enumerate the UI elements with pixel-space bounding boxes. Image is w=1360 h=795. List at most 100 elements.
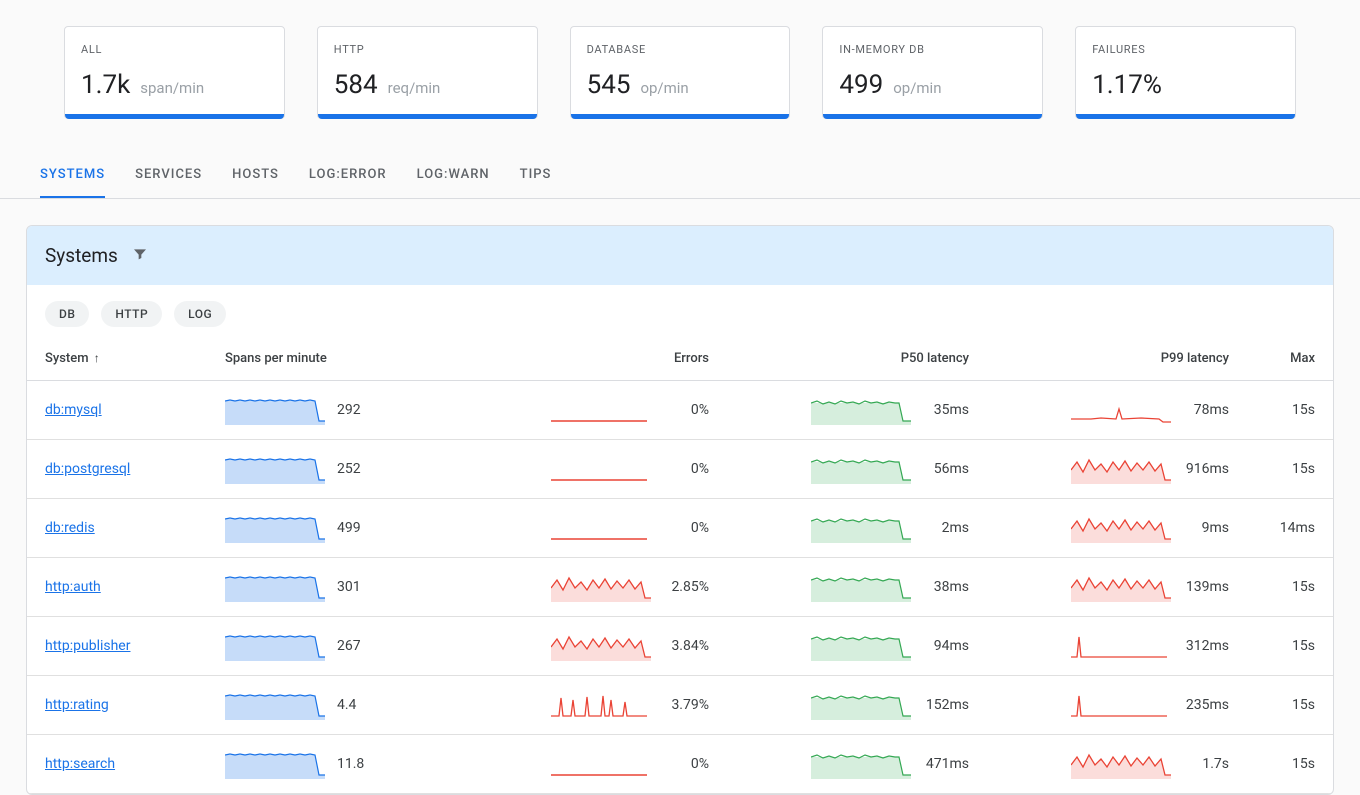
sparkline-throughput-icon: [225, 690, 325, 720]
stat-card-all[interactable]: ALL1.7kspan/min: [64, 26, 285, 119]
table-row: db:redis4990%2ms9ms14ms: [27, 499, 1333, 558]
system-link[interactable]: db:redis: [45, 520, 95, 536]
p50-value: 471ms: [923, 756, 969, 772]
systems-table: System ↑ Spans per minute Errors P50 lat…: [27, 337, 1333, 794]
tab-log-error[interactable]: LOG:ERROR: [309, 153, 387, 198]
chip-http[interactable]: HTTP: [101, 301, 162, 327]
col-p50[interactable]: P50 latency: [727, 337, 987, 381]
tab-tips[interactable]: TIPS: [520, 153, 552, 198]
sparkline-p50-icon: [811, 631, 911, 661]
p50-value: 2ms: [923, 520, 969, 536]
system-link[interactable]: http:search: [45, 756, 115, 772]
stat-card-unit: op/min: [893, 79, 941, 97]
stat-card-label: HTTP: [334, 43, 521, 56]
p99-value: 9ms: [1183, 520, 1229, 536]
table-row: db:postgresql 252 0% 56ms 916ms 15s: [27, 440, 1333, 499]
chip-db[interactable]: DB: [45, 301, 89, 327]
table-row: db:mysql 292 0% 35ms 78ms 15s: [27, 381, 1333, 440]
errors-value: 3.79%: [663, 697, 709, 713]
sparkline-errors-icon: [551, 690, 651, 720]
stat-card-label: IN-MEMORY DB: [839, 43, 1026, 56]
col-errors-label: Errors: [674, 351, 709, 366]
system-link[interactable]: http:rating: [45, 697, 109, 713]
max-value: 15s: [1292, 402, 1315, 418]
sparkline-throughput-icon: [225, 395, 325, 425]
sparkline-icon: [1071, 690, 1171, 720]
sparkline-errors-icon: [551, 454, 651, 484]
panel-header: Systems: [27, 226, 1333, 285]
stat-card-unit: op/min: [640, 79, 688, 97]
sort-ascending-icon: ↑: [94, 351, 100, 365]
sparkline-errors-icon: [551, 395, 651, 425]
system-link[interactable]: http:publisher: [45, 638, 130, 654]
spans-value: 11.8: [337, 756, 383, 772]
p99-value: 312ms: [1183, 638, 1229, 654]
max-value: 15s: [1292, 579, 1315, 595]
p50-value: 35ms: [923, 402, 969, 418]
tab-hosts[interactable]: HOSTS: [232, 153, 279, 198]
max-value: 15s: [1292, 756, 1315, 772]
col-p99[interactable]: P99 latency: [987, 337, 1247, 381]
spans-value: 252: [337, 461, 383, 477]
system-link[interactable]: http:auth: [45, 579, 101, 595]
tab-bar: SYSTEMS SERVICES HOSTS LOG:ERROR LOG:WARN TIP…: [0, 153, 1360, 199]
stat-card-unit: req/min: [388, 79, 441, 97]
sparkline-p50-icon: [811, 690, 911, 720]
tab-log-warn[interactable]: LOG:WARN: [417, 153, 490, 198]
stat-card-database[interactable]: DATABASE545op/min: [570, 26, 791, 119]
sparkline-p50-icon: [811, 572, 911, 602]
stat-card-value: 1.17%: [1092, 70, 1162, 100]
panel-title: Systems: [45, 244, 118, 267]
sparkline-icon: [1071, 572, 1171, 602]
errors-value: 0%: [663, 520, 709, 536]
errors-value: 0%: [663, 461, 709, 477]
col-max[interactable]: Max: [1247, 337, 1333, 381]
sparkline-throughput-icon: [225, 572, 325, 602]
filter-chips: DB HTTP LOG: [27, 285, 1333, 337]
errors-value: 3.84%: [663, 638, 709, 654]
stat-card-value: 545: [587, 70, 631, 100]
sparkline-p50-icon: [811, 749, 911, 779]
table-row: http:search 11.8 0% 471ms 1.7s 15s: [27, 735, 1333, 794]
system-link[interactable]: db:postgresql: [45, 461, 130, 477]
max-value: 15s: [1292, 638, 1315, 654]
stat-card-label: FAILURES: [1092, 43, 1279, 56]
sparkline-icon: [1071, 631, 1171, 661]
stat-card-http[interactable]: HTTP584req/min: [317, 26, 538, 119]
p99-value: 1.7s: [1183, 756, 1229, 772]
chip-log[interactable]: LOG: [174, 301, 226, 327]
stat-card-in-memory-db[interactable]: IN-MEMORY DB 499 op/min: [822, 26, 1043, 119]
errors-value: 0%: [663, 756, 709, 772]
col-errors[interactable]: Errors: [467, 337, 727, 381]
spans-value: 292: [337, 402, 383, 418]
system-link[interactable]: db:mysql: [45, 402, 102, 418]
sparkline-throughput-icon: [225, 454, 325, 484]
p50-value: 38ms: [923, 579, 969, 595]
col-system[interactable]: System ↑: [27, 337, 207, 381]
sparkline-p50-icon: [811, 395, 911, 425]
sparkline-errors-icon: [551, 513, 651, 543]
p99-value: 235ms: [1183, 697, 1229, 713]
stat-card-failures[interactable]: FAILURES 1.17%: [1075, 26, 1296, 119]
max-value: 15s: [1292, 697, 1315, 713]
stat-card-label: ALL: [81, 43, 268, 56]
filter-icon[interactable]: [132, 244, 148, 267]
tab-systems[interactable]: SYSTEMS: [40, 153, 105, 198]
p50-value: 56ms: [923, 461, 969, 477]
sparkline-icon: [1071, 513, 1171, 543]
errors-value: 2.85%: [663, 579, 709, 595]
errors-value: 0%: [663, 402, 709, 418]
col-spans[interactable]: Spans per minute: [207, 337, 467, 381]
col-system-label: System: [45, 351, 89, 366]
max-value: 15s: [1292, 461, 1315, 477]
tab-services[interactable]: SERVICES: [135, 153, 202, 198]
p99-value: 916ms: [1183, 461, 1229, 477]
spans-value: 301: [337, 579, 383, 595]
sparkline-icon: [551, 631, 651, 661]
stat-card-unit: span/min: [140, 79, 204, 97]
p50-value: 152ms: [923, 697, 969, 713]
p50-value: 94ms: [923, 638, 969, 654]
col-spans-label: Spans per minute: [225, 351, 327, 366]
stat-card-value: 499: [839, 70, 883, 100]
p99-value: 78ms: [1183, 402, 1229, 418]
